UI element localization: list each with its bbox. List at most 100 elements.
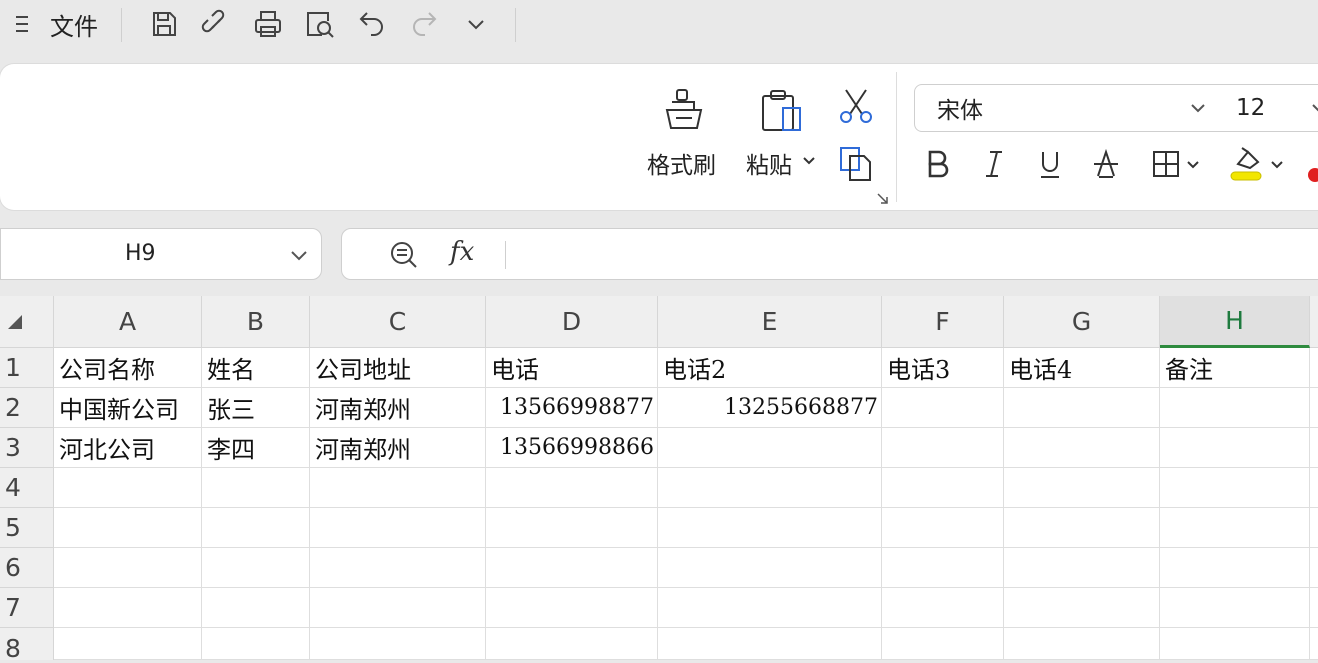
cell-e4[interactable]	[658, 468, 882, 508]
cell-a1[interactable]: 公司名称	[54, 348, 202, 388]
chevron-down-icon[interactable]	[289, 245, 309, 265]
cell-d1[interactable]: 电话	[486, 348, 658, 388]
cell-g7[interactable]	[1004, 588, 1160, 628]
cell-b7[interactable]	[202, 588, 310, 628]
save-icon[interactable]	[144, 6, 184, 42]
paste-button[interactable]: 粘贴	[744, 82, 824, 182]
italic-icon[interactable]	[978, 146, 1010, 182]
print-preview-icon[interactable]	[300, 6, 340, 42]
row-header-1[interactable]: 1	[0, 348, 54, 388]
bold-icon[interactable]	[922, 146, 954, 182]
cell-e5[interactable]	[658, 508, 882, 548]
highlight-color-button[interactable]	[1228, 142, 1288, 184]
cell-c2[interactable]: 河南郑州	[310, 388, 486, 428]
column-header-h[interactable]: H	[1160, 296, 1310, 348]
cell-g6[interactable]	[1004, 548, 1160, 588]
cell-b6[interactable]	[202, 548, 310, 588]
zoom-formula-icon[interactable]	[388, 239, 420, 271]
font-color-icon[interactable]	[1308, 168, 1318, 182]
paste-dropdown-icon[interactable]	[802, 154, 816, 168]
cell-b4[interactable]	[202, 468, 310, 508]
clipboard-launcher-icon[interactable]	[876, 192, 890, 206]
cell-g8[interactable]	[1004, 628, 1160, 660]
cell-a7[interactable]	[54, 588, 202, 628]
cell-d2[interactable]: 13566998877	[486, 388, 658, 428]
cell-a5[interactable]	[54, 508, 202, 548]
row-header-3[interactable]: 3	[0, 428, 54, 468]
cell-f7[interactable]	[882, 588, 1004, 628]
cell-f1[interactable]: 电话3	[882, 348, 1004, 388]
cut-icon[interactable]	[836, 86, 876, 130]
column-header-e[interactable]: E	[658, 296, 882, 348]
cell-f5[interactable]	[882, 508, 1004, 548]
cell-b1[interactable]: 姓名	[202, 348, 310, 388]
link-icon[interactable]	[196, 6, 236, 42]
cell-b8[interactable]	[202, 628, 310, 660]
cell-e8[interactable]	[658, 628, 882, 660]
cell-e1[interactable]: 电话2	[658, 348, 882, 388]
cell-i2[interactable]	[1310, 388, 1318, 428]
cell-f6[interactable]	[882, 548, 1004, 588]
cell-c4[interactable]	[310, 468, 486, 508]
cell-i1[interactable]	[1310, 348, 1318, 388]
cell-c6[interactable]	[310, 548, 486, 588]
font-size-select[interactable]: 12	[1218, 84, 1318, 132]
cell-d5[interactable]	[486, 508, 658, 548]
column-header-a[interactable]: A	[54, 296, 202, 348]
cell-a3[interactable]: 河北公司	[54, 428, 202, 468]
cell-a4[interactable]	[54, 468, 202, 508]
select-all-button[interactable]	[0, 296, 54, 348]
function-button[interactable]: fx	[450, 237, 474, 267]
cell-g2[interactable]	[1004, 388, 1160, 428]
cell-h6[interactable]	[1160, 548, 1310, 588]
cell-i5[interactable]	[1310, 508, 1318, 548]
cell-i4[interactable]	[1310, 468, 1318, 508]
column-header-d[interactable]: D	[486, 296, 658, 348]
cell-f3[interactable]	[882, 428, 1004, 468]
column-header-i[interactable]	[1310, 296, 1318, 348]
print-icon[interactable]	[248, 6, 288, 42]
column-header-c[interactable]: C	[310, 296, 486, 348]
redo-icon[interactable]	[404, 6, 444, 42]
cell-d3[interactable]: 13566998866	[486, 428, 658, 468]
row-header-8[interactable]: 8	[0, 628, 54, 663]
strikethrough-icon[interactable]	[1090, 146, 1122, 182]
cell-h8[interactable]	[1160, 628, 1310, 660]
cell-g3[interactable]	[1004, 428, 1160, 468]
row-header-4[interactable]: 4	[0, 468, 54, 508]
cell-f8[interactable]	[882, 628, 1004, 660]
cell-g4[interactable]	[1004, 468, 1160, 508]
name-box[interactable]: H9	[0, 228, 322, 280]
cell-c1[interactable]: 公司地址	[310, 348, 486, 388]
formula-input[interactable]	[522, 235, 1318, 273]
cell-h3[interactable]	[1160, 428, 1310, 468]
cell-h2[interactable]	[1160, 388, 1310, 428]
cell-e6[interactable]	[658, 548, 882, 588]
cell-d6[interactable]	[486, 548, 658, 588]
cell-f4[interactable]	[882, 468, 1004, 508]
borders-button[interactable]	[1150, 146, 1206, 182]
cell-a8[interactable]	[54, 628, 202, 660]
cell-d7[interactable]	[486, 588, 658, 628]
cell-b3[interactable]: 李四	[202, 428, 310, 468]
column-header-f[interactable]: F	[882, 296, 1004, 348]
cell-b2[interactable]: 张三	[202, 388, 310, 428]
cell-a2[interactable]: 中国新公司	[54, 388, 202, 428]
chevron-down-icon[interactable]	[456, 6, 496, 42]
cell-e7[interactable]	[658, 588, 882, 628]
cell-f2[interactable]	[882, 388, 1004, 428]
cell-i3[interactable]	[1310, 428, 1318, 468]
cell-i8[interactable]	[1310, 628, 1318, 660]
cell-h5[interactable]	[1160, 508, 1310, 548]
row-header-7[interactable]: 7	[0, 588, 54, 628]
cell-i6[interactable]	[1310, 548, 1318, 588]
cell-d4[interactable]	[486, 468, 658, 508]
font-name-select[interactable]: 宋体	[914, 84, 1220, 132]
cell-c5[interactable]	[310, 508, 486, 548]
copy-icon[interactable]	[836, 144, 876, 188]
row-header-6[interactable]: 6	[0, 548, 54, 588]
row-header-2[interactable]: 2	[0, 388, 54, 428]
cell-b5[interactable]	[202, 508, 310, 548]
cell-c3[interactable]: 河南郑州	[310, 428, 486, 468]
cell-h1[interactable]: 备注	[1160, 348, 1310, 388]
